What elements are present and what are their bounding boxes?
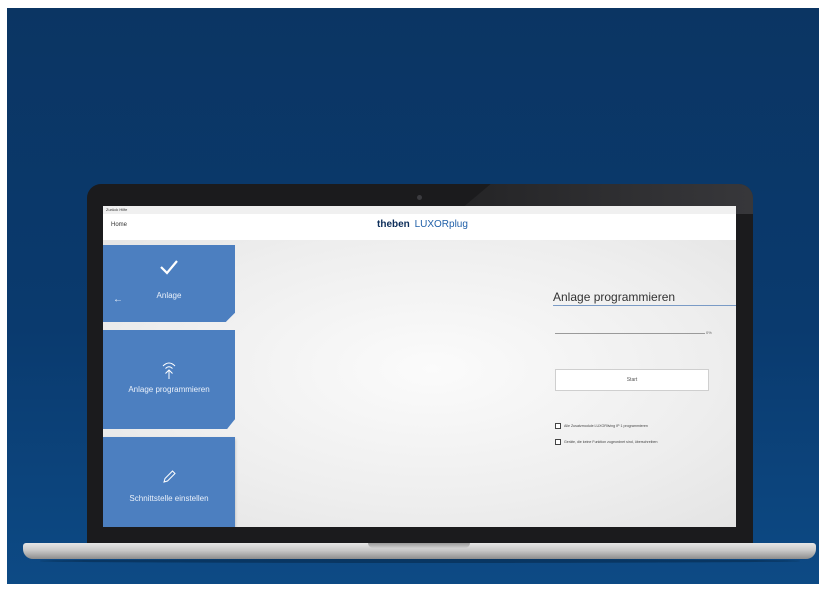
camera-icon	[417, 195, 422, 200]
sidebar-item-schnittstelle[interactable]: Schnittstelle einstellen	[103, 437, 235, 527]
laptop-screen: Zurück Hilfe Home theben LUXORplug ← Anl…	[103, 206, 736, 527]
brand-logo: theben	[377, 219, 410, 230]
main-area: ← Anlage Anlage programmieren Schnittste…	[103, 240, 736, 527]
sidebar-item-label: Anlage	[156, 291, 182, 300]
checkbox-overwrite-devices[interactable]	[555, 439, 561, 445]
wireless-upload-icon	[103, 360, 235, 385]
sidebar-item-anlage[interactable]: ← Anlage	[103, 245, 235, 322]
laptop-notch	[368, 543, 470, 548]
sidebar-item-label: Schnittstelle einstellen	[129, 494, 209, 503]
home-link[interactable]: Home	[111, 222, 127, 228]
check-icon	[103, 259, 235, 280]
checkbox-label: Alle Zusatzmodule LUXORliving IP 1 progr…	[564, 424, 648, 428]
laptop-shadow	[40, 559, 800, 563]
app-header: Home theben LUXORplug	[103, 214, 736, 241]
checkbox-label: Geräte, die keine Funktion zugeordnet si…	[564, 440, 658, 444]
checkbox-program-all-modules[interactable]	[555, 423, 561, 429]
title-underline	[553, 305, 736, 306]
start-button[interactable]: Start	[555, 369, 709, 391]
brand: theben LUXORplug	[377, 219, 468, 230]
progress-bar	[555, 333, 705, 334]
sidebar-item-label: Anlage programmieren	[128, 385, 210, 394]
pencil-icon	[103, 469, 235, 490]
product-name: LUXORplug	[414, 219, 468, 230]
progress-percent: 0%	[706, 330, 712, 335]
sidebar-item-anlage-programmieren[interactable]: Anlage programmieren	[103, 330, 235, 429]
page-title: Anlage programmieren	[553, 290, 676, 304]
system-bar: Zurück Hilfe	[106, 207, 128, 212]
